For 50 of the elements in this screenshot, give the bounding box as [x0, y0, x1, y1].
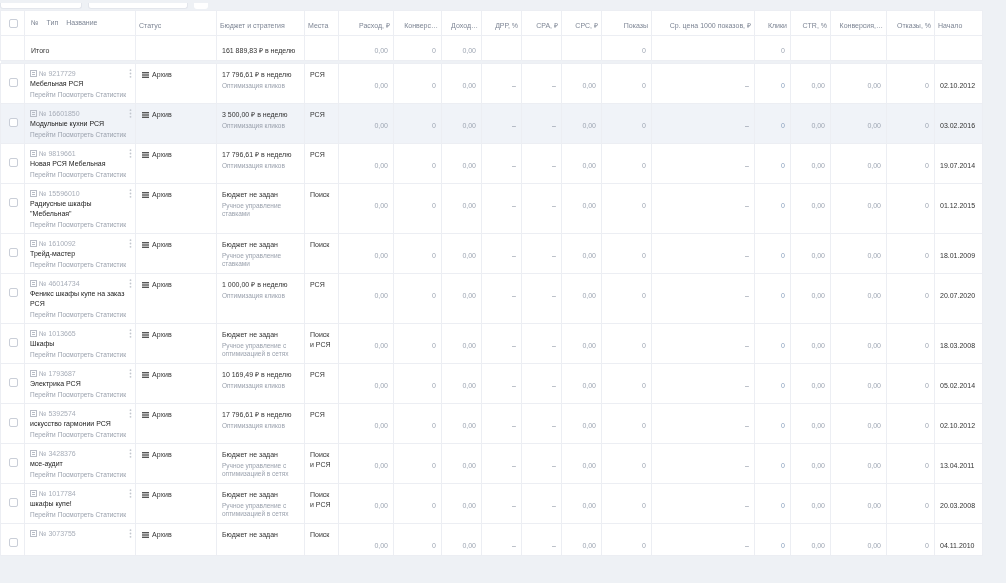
- row-checkbox[interactable]: [9, 78, 18, 87]
- more-icon[interactable]: [129, 69, 132, 78]
- campaign-icon: [30, 240, 37, 247]
- more-icon[interactable]: [129, 279, 132, 288]
- archive-icon: [142, 412, 149, 419]
- campaign-icon: [30, 330, 37, 337]
- archive-icon: [142, 192, 149, 199]
- archive-icon: [142, 112, 149, 119]
- campaign-icon: [30, 110, 37, 117]
- more-icon[interactable]: [129, 239, 132, 248]
- row-checkbox[interactable]: [9, 338, 18, 347]
- archive-icon: [142, 492, 149, 499]
- row-checkbox[interactable]: [9, 458, 18, 467]
- more-icon[interactable]: [129, 529, 132, 538]
- campaign-icon: [30, 190, 37, 197]
- row-checkbox[interactable]: [9, 498, 18, 507]
- more-icon[interactable]: [129, 149, 132, 158]
- row-checkbox[interactable]: [9, 118, 18, 127]
- archive-icon: [142, 72, 149, 79]
- filter-field[interactable]: [0, 3, 82, 9]
- row-checkbox[interactable]: [9, 198, 18, 207]
- archive-icon: [142, 452, 149, 459]
- campaign-icon: [30, 490, 37, 497]
- row-checkbox[interactable]: [9, 158, 18, 167]
- campaign-icon: [30, 530, 37, 537]
- row-checkbox[interactable]: [9, 538, 18, 547]
- row-checkbox[interactable]: [9, 248, 18, 257]
- campaign-icon: [30, 280, 37, 287]
- archive-icon: [142, 152, 149, 159]
- search-field[interactable]: [88, 3, 188, 9]
- more-icon[interactable]: [129, 489, 132, 498]
- campaign-icon: [30, 370, 37, 377]
- row-checkbox[interactable]: [9, 378, 18, 387]
- archive-icon: [142, 282, 149, 289]
- archive-icon: [142, 332, 149, 339]
- campaign-icon: [30, 410, 37, 417]
- campaign-icon: [30, 450, 37, 457]
- row-checkbox[interactable]: [9, 418, 18, 427]
- row-checkbox[interactable]: [9, 19, 18, 28]
- archive-icon: [142, 532, 149, 539]
- archive-icon: [142, 372, 149, 379]
- campaign-icon: [30, 150, 37, 157]
- more-icon[interactable]: [129, 369, 132, 378]
- campaign-icon: [30, 70, 37, 77]
- row-checkbox[interactable]: [9, 288, 18, 297]
- archive-icon: [142, 242, 149, 249]
- more-icon[interactable]: [129, 449, 132, 458]
- more-icon[interactable]: [129, 329, 132, 338]
- more-icon[interactable]: [129, 189, 132, 198]
- more-icon[interactable]: [129, 409, 132, 418]
